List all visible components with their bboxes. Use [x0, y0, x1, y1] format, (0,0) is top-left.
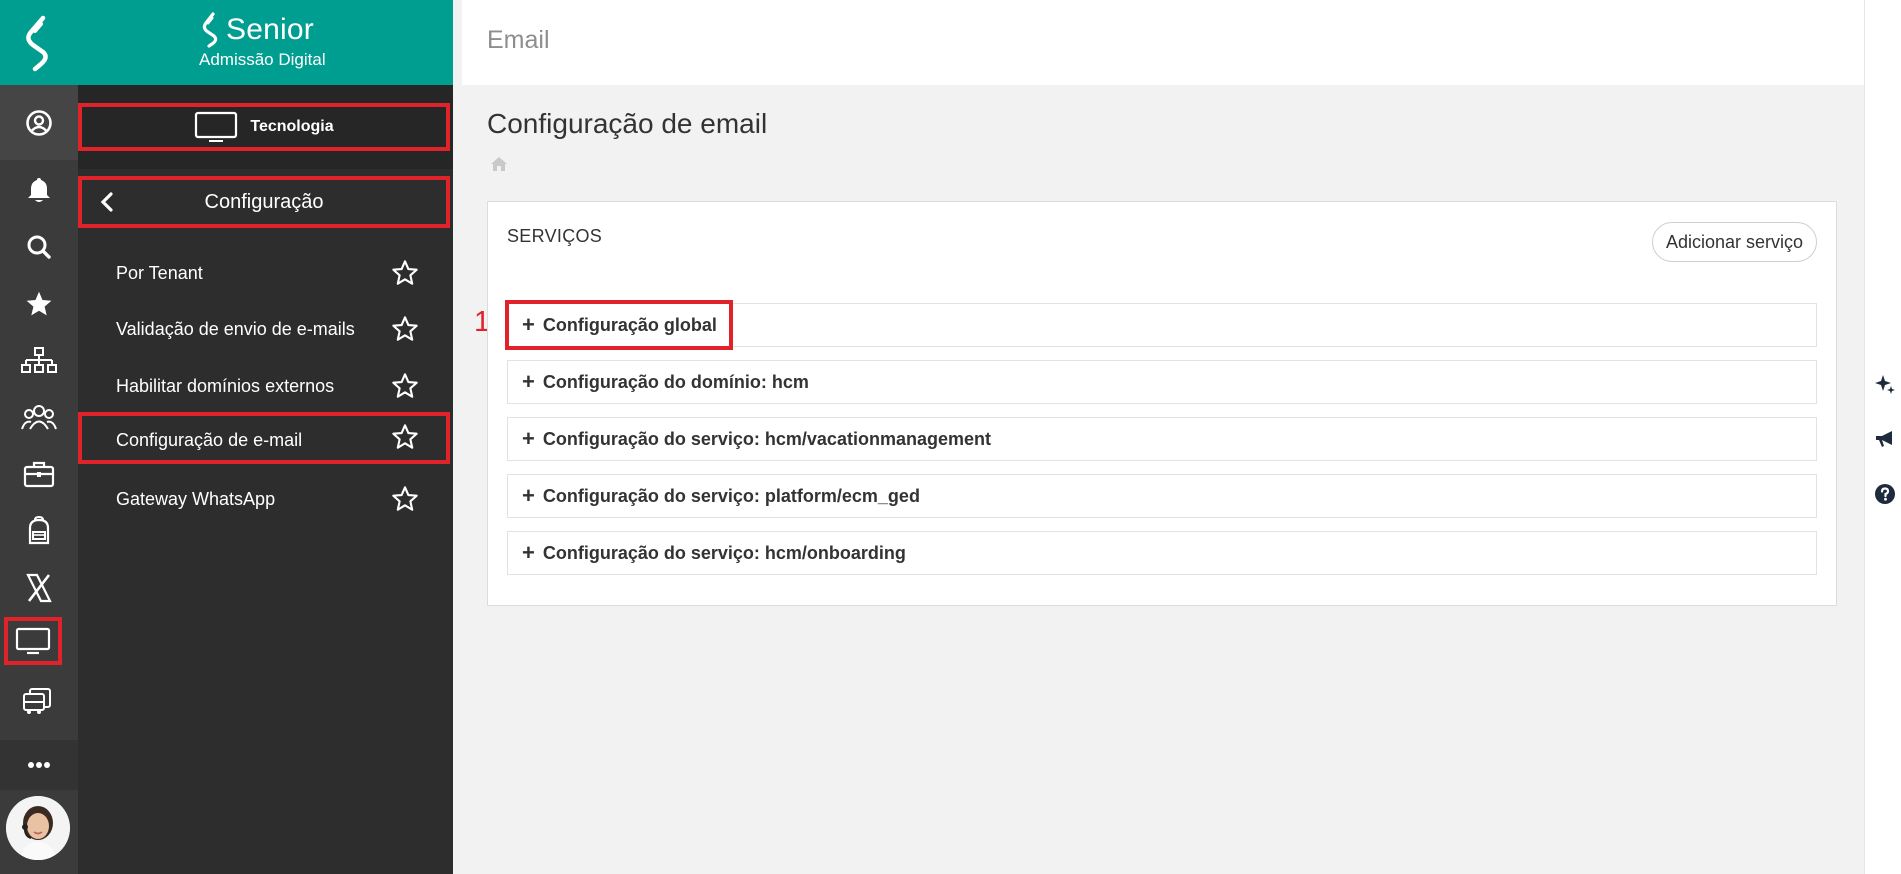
favorite-star-icon[interactable] [391, 485, 419, 513]
brand-logo-icon [202, 12, 218, 48]
accordion-row[interactable]: + Configuração do domínio: hcm [507, 360, 1817, 404]
sidebar-item-gateway-whatsapp[interactable]: Gateway WhatsApp [78, 477, 450, 523]
accordion-row[interactable]: + Configuração do serviço: hcm/vacationm… [507, 417, 1817, 461]
sidebar-item-por-tenant[interactable]: Por Tenant [78, 251, 450, 297]
accordion-row[interactable]: + Configuração do serviço: platform/ecm_… [507, 474, 1817, 518]
logo-icon[interactable] [0, 0, 78, 85]
sidebar-item-configuracao-email[interactable]: Configuração de e-mail [78, 412, 450, 464]
services-card: SERVIÇOS Adicionar serviço + Configuraçã… [487, 201, 1837, 606]
favorite-star-icon[interactable] [391, 423, 419, 451]
accordion-label: Configuração do serviço: platform/ecm_ge… [542, 485, 920, 506]
breadcrumb-home-icon[interactable] [490, 156, 508, 177]
services-title: SERVIÇOS [507, 226, 603, 246]
plus-icon: + [522, 369, 535, 394]
plus-icon: + [522, 426, 535, 451]
right-tool-strip [1864, 0, 1901, 874]
favorite-star-icon[interactable] [391, 259, 419, 287]
support-avatar[interactable] [6, 796, 70, 860]
brand-subtitle: Admissão Digital [199, 50, 326, 69]
x-brand-icon[interactable] [0, 560, 78, 616]
sidebar-item-label: Configuração de e-mail [116, 430, 303, 450]
sidebar-item-dominios-externos[interactable]: Habilitar domínios externos [78, 364, 450, 410]
accordion-toggle[interactable]: + Configuração do serviço: platform/ecm_… [508, 475, 934, 517]
accordion-label: Configuração do serviço: hcm/onboarding [542, 542, 906, 563]
submenu-label: Configuração [204, 190, 324, 213]
briefcase-icon[interactable] [0, 446, 78, 502]
accordion-toggle[interactable]: + Configuração global [505, 300, 733, 350]
page-title: Configuração de email [487, 108, 768, 139]
accordion-label: Configuração global [542, 314, 717, 335]
plus-icon: + [522, 312, 535, 337]
sidebar-item-label: Gateway WhatsApp [116, 489, 276, 509]
section-tecnologia[interactable]: Tecnologia [78, 103, 450, 151]
monitor-icon[interactable] [4, 617, 62, 665]
sidebar-item-label: Habilitar domínios externos [116, 376, 335, 396]
accordion-toggle[interactable]: + Configuração do serviço: hcm/vacationm… [508, 418, 1005, 460]
accordion-label: Configuração do domínio: hcm [542, 371, 809, 392]
accordion-row[interactable]: + Configuração global [505, 300, 1817, 350]
accordion-toggle[interactable]: + Configuração do domínio: hcm [508, 361, 823, 403]
section-label: Tecnologia [250, 118, 334, 135]
bus-icon[interactable] [0, 672, 78, 728]
plus-icon: + [522, 483, 535, 508]
accordion-toggle[interactable]: + Configuração do serviço: hcm/onboardin… [508, 532, 920, 574]
favorite-star-icon[interactable] [391, 372, 419, 400]
backpack-icon[interactable] [0, 503, 78, 559]
submenu-header[interactable]: Configuração [78, 176, 450, 228]
user-circle-icon[interactable] [0, 85, 78, 160]
help-icon[interactable] [1874, 483, 1896, 505]
sparkle-icon[interactable] [1874, 373, 1896, 395]
sidebar-item-label: Por Tenant [116, 263, 203, 283]
search-icon[interactable] [0, 219, 78, 275]
favorite-star-icon[interactable] [391, 315, 419, 343]
megaphone-icon[interactable] [1874, 428, 1896, 450]
brand-name: Senior [226, 13, 314, 46]
navigation-panel: Senior Admissão Digital Tecnologia Confi… [78, 0, 453, 874]
more-icon[interactable] [0, 740, 78, 790]
chevron-left-icon[interactable] [100, 192, 114, 212]
brand-header[interactable]: Senior Admissão Digital [78, 0, 453, 85]
plus-icon: + [522, 540, 535, 565]
people-icon[interactable] [0, 389, 78, 445]
sidebar-item-label: Validação de envio de e-mails [116, 319, 355, 339]
accordion-label: Configuração do serviço: hcm/vacationman… [542, 428, 991, 449]
monitor-icon [195, 111, 238, 142]
accordion-row[interactable]: + Configuração do serviço: hcm/onboardin… [507, 531, 1817, 575]
sidebar-item-validacao-envio[interactable]: Validação de envio de e-mails [78, 307, 450, 353]
org-chart-icon[interactable] [0, 333, 78, 389]
top-header: Email [462, 0, 1864, 85]
icon-rail [0, 0, 78, 874]
star-icon[interactable] [0, 276, 78, 332]
bell-icon[interactable] [0, 162, 78, 218]
add-service-button[interactable]: Adicionar serviço [1652, 222, 1817, 262]
header-title: Email [487, 26, 550, 54]
